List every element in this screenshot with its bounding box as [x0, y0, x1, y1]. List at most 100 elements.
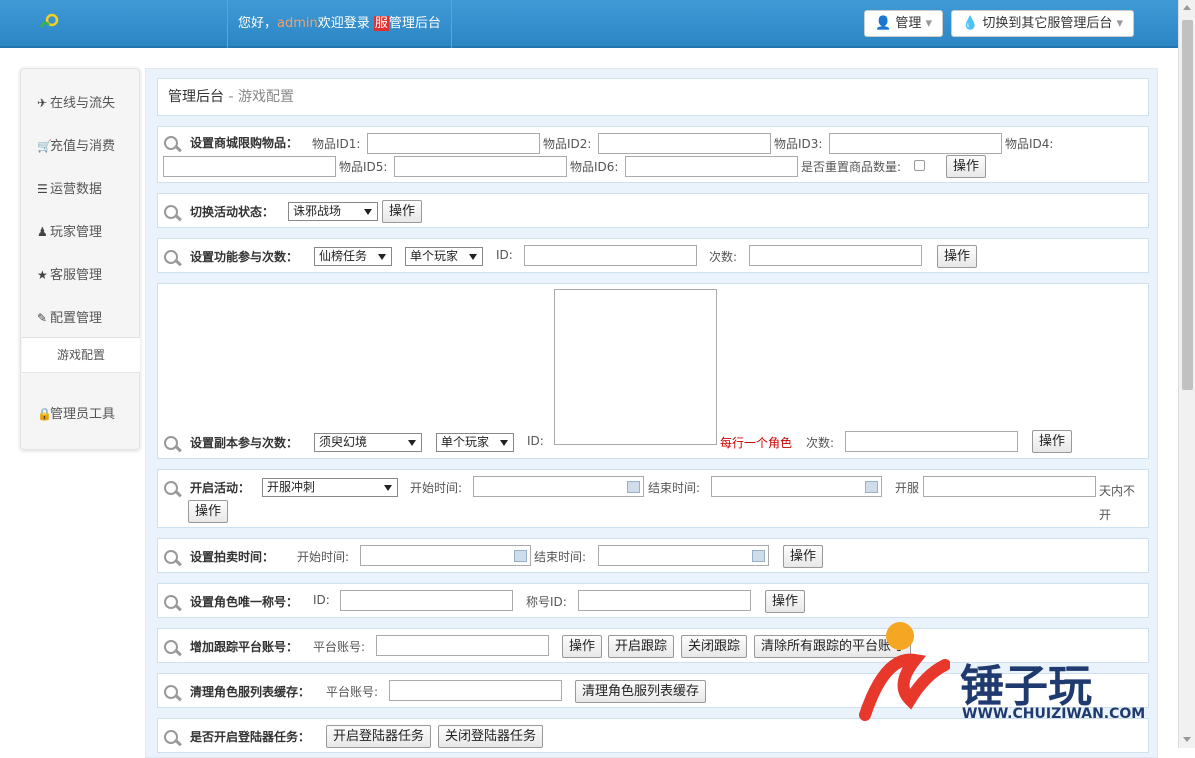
item-id1-input[interactable]: [367, 133, 540, 154]
cache-platform-account-label: 平台账号:: [326, 685, 379, 699]
username-link[interactable]: admin: [277, 16, 318, 31]
dungeon-count-label: 设置副本参与次数：: [190, 436, 299, 450]
sidebar-item-label: 客服管理: [50, 268, 103, 283]
open-activity-select-value: 开服冲刺: [267, 480, 316, 494]
chevron-down-icon: [500, 440, 508, 446]
function-count-submit-button[interactable]: 操作: [937, 245, 978, 268]
track-platform-account-label: 平台账号:: [313, 640, 366, 654]
function-id-input[interactable]: [524, 245, 697, 266]
watermark-text: 锤子玩: [960, 661, 1092, 712]
sidebar-item-players[interactable]: ♟ 玩家管理: [37, 221, 102, 240]
search-icon: [164, 729, 184, 746]
activity-select[interactable]: 诛邪战场: [288, 202, 378, 221]
open-activity-submit-button[interactable]: 操作: [188, 500, 229, 523]
track-account-submit-button[interactable]: 操作: [562, 635, 603, 658]
scroll-down-arrow-icon[interactable]: [1183, 737, 1191, 742]
sidebar-item-online[interactable]: ✈ 在线与流失: [37, 92, 115, 111]
reset-quantity-checkbox[interactable]: [914, 160, 925, 171]
activity-state-label: 切换活动状态：: [190, 205, 275, 219]
activity-state-submit-button[interactable]: 操作: [382, 200, 423, 223]
sidebar-subitem-game-config[interactable]: 游戏配置: [22, 337, 140, 373]
shop-limit-submit-button[interactable]: 操作: [946, 155, 987, 178]
function-times-input[interactable]: [749, 245, 922, 266]
dungeon-target-select[interactable]: 单个玩家: [436, 433, 514, 452]
scrollbar-thumb[interactable]: [1182, 20, 1193, 390]
sidebar-item-label: 配置管理: [50, 311, 103, 326]
calendar-icon[interactable]: [514, 550, 527, 562]
search-icon: [164, 594, 184, 611]
scroll-up-arrow-icon[interactable]: [1183, 5, 1191, 10]
dungeon-count-panel: 设置副本参与次数： 须臾幻境 单个玩家 ID: 每行一个角色 次数: 操作: [157, 283, 1149, 459]
item-id4-input[interactable]: [163, 156, 336, 177]
chevron-down-icon: [364, 209, 372, 215]
role-ids-textarea[interactable]: [554, 289, 717, 445]
close-login-task-button[interactable]: 关闭登陆器任务: [438, 725, 544, 748]
item-id6-input[interactable]: [625, 156, 798, 177]
cache-platform-account-input[interactable]: [389, 680, 562, 701]
open-activity-select[interactable]: 开服冲刺: [262, 478, 398, 497]
days-not-open-label: 天内不开: [1099, 484, 1136, 522]
auction-time-label: 设置拍卖时间：: [190, 550, 275, 564]
activity-start-date-input[interactable]: [473, 476, 644, 497]
search-icon: [164, 204, 184, 221]
calendar-icon[interactable]: [865, 481, 878, 493]
sidebar-item-config[interactable]: ✎ 配置管理: [37, 307, 102, 326]
breadcrumb-current: 游戏配置: [237, 89, 294, 105]
dungeon-target-select-value: 单个玩家: [441, 435, 490, 449]
clear-role-cache-button[interactable]: 清理角色服列表缓存: [575, 680, 707, 703]
function-id-label: ID:: [496, 248, 513, 262]
reset-quantity-label: 是否重置商品数量:: [801, 160, 902, 174]
item-id5-input[interactable]: [394, 156, 567, 177]
sidebar-item-support[interactable]: ★ 客服管理: [37, 264, 102, 283]
list-icon: ☰: [37, 182, 48, 196]
sidebar-item-recharge[interactable]: 🛒充值与消费: [37, 135, 115, 154]
target-select[interactable]: 单个玩家: [405, 247, 483, 266]
calendar-icon[interactable]: [627, 481, 640, 493]
dungeon-count-submit-button[interactable]: 操作: [1032, 430, 1073, 453]
track-platform-account-input[interactable]: [376, 635, 549, 656]
dungeon-select-value: 须臾幻境: [319, 435, 368, 449]
stop-tracking-button[interactable]: 关闭跟踪: [681, 635, 748, 658]
open-login-task-button[interactable]: 开启登陆器任务: [326, 725, 432, 748]
login-task-label: 是否开启登陆器任务：: [190, 730, 311, 744]
item-id1-label: 物品ID1:: [312, 137, 361, 151]
auction-end-date-input[interactable]: [598, 545, 769, 566]
caret-down-icon: ▾: [1116, 16, 1124, 31]
switch-server-dropdown-button[interactable]: 💧 切换到其它服管理后台 ▾: [951, 10, 1135, 37]
dungeon-times-input[interactable]: [845, 431, 1018, 452]
sidebar-item-operations[interactable]: ☰ 运营数据: [37, 178, 102, 197]
one-role-per-line-hint: 每行一个角色: [720, 436, 793, 450]
backend-label: 管理后台: [388, 16, 441, 31]
item-id4-label: 物品ID4:: [1005, 137, 1054, 151]
search-icon: [164, 639, 184, 656]
manage-dropdown-button[interactable]: 👤 管理 ▾: [864, 10, 944, 37]
auction-start-date-input[interactable]: [360, 545, 531, 566]
cart-icon: 🛒: [37, 139, 52, 153]
chevron-down-icon: [378, 254, 386, 260]
sidebar-item-label: 在线与流失: [50, 96, 116, 111]
auction-time-submit-button[interactable]: 操作: [783, 545, 824, 568]
star-icon: ★: [37, 268, 48, 282]
page-scrollbar[interactable]: [1178, 0, 1195, 748]
activity-end-label: 结束时间:: [648, 481, 701, 495]
chevron-down-icon: [408, 440, 416, 446]
role-title-panel: 设置角色唯一称号： ID: 称号ID: 操作: [157, 583, 1149, 618]
greeting-text: 您好，: [238, 16, 278, 31]
item-id3-input[interactable]: [829, 133, 1002, 154]
dungeon-select[interactable]: 须臾幻境: [314, 433, 422, 452]
search-icon: [164, 135, 184, 152]
title-id-input[interactable]: [578, 590, 751, 611]
activity-end-date-input[interactable]: [711, 476, 882, 497]
function-select[interactable]: 仙榜任务: [314, 247, 392, 266]
calendar-icon[interactable]: [752, 550, 765, 562]
sidebar-item-admin-tools[interactable]: 🔒管理员工具: [37, 403, 115, 422]
item-id2-input[interactable]: [598, 133, 771, 154]
shop-limit-panel: 设置商城限购物品： 物品ID1: 物品ID2: 物品ID3: 物品ID4: 物品…: [157, 126, 1149, 183]
open-server-days-input[interactable]: [923, 476, 1096, 497]
watermark-url: WWW.CHUIZIWAN.COM: [962, 706, 1146, 722]
role-title-submit-button[interactable]: 操作: [765, 590, 806, 613]
search-icon: [164, 249, 184, 266]
start-tracking-button[interactable]: 开启跟踪: [608, 635, 675, 658]
role-id-input[interactable]: [340, 590, 513, 611]
sidebar-item-label: 运营数据: [50, 182, 103, 197]
